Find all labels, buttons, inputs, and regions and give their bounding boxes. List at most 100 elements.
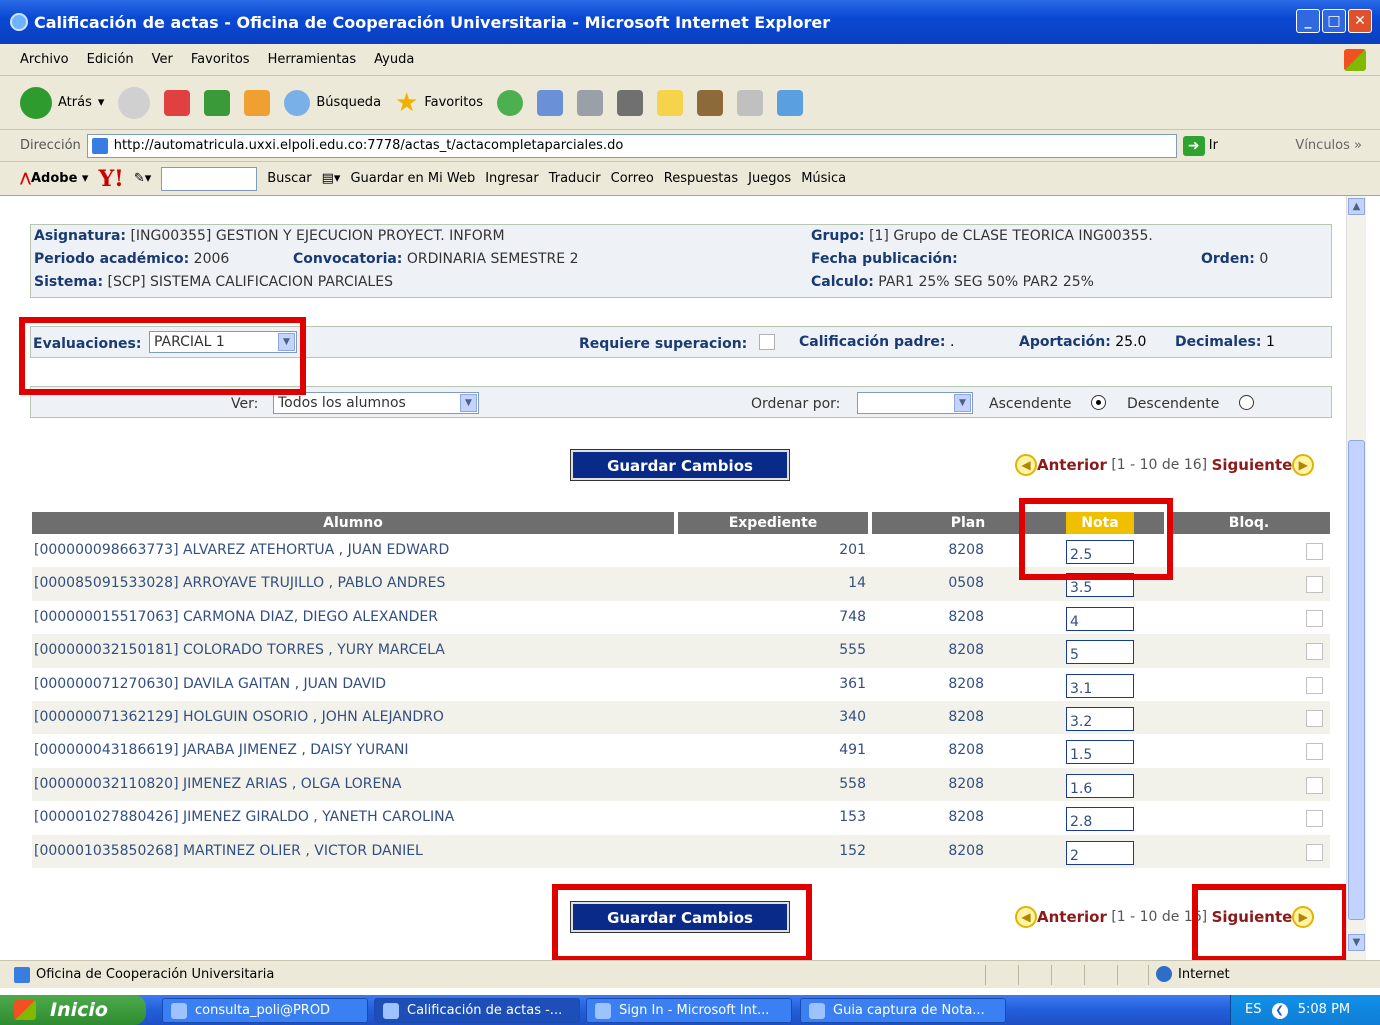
bloq-checkbox[interactable]	[1306, 609, 1323, 627]
search-button[interactable]: Búsqueda	[284, 89, 381, 116]
ver-select[interactable]: Todos los alumnos ▼	[273, 392, 479, 414]
minimize-button[interactable]: _	[1296, 9, 1320, 33]
back-button[interactable]: Atrás ▾	[20, 86, 104, 119]
close-button[interactable]: ✕	[1348, 9, 1372, 33]
periodo-label: Periodo académico:	[34, 251, 190, 267]
scroll-down-icon[interactable]: ▼	[1348, 934, 1365, 951]
nota-input[interactable]: 3.1	[1066, 673, 1134, 698]
prev-arrow-icon[interactable]: ◀	[1015, 906, 1037, 928]
alumno-cell[interactable]: [000085091533028] ARROYAVE TRUJILLO , PA…	[34, 567, 445, 600]
requiere-checkbox[interactable]	[759, 334, 775, 350]
yahoo-music-button[interactable]: Música	[801, 171, 846, 186]
stop-button[interactable]	[164, 89, 191, 116]
maximize-button[interactable]: □	[1322, 9, 1346, 33]
language-indicator[interactable]: ES	[1245, 1002, 1261, 1017]
pencil-icon[interactable]: ✎▾	[134, 171, 151, 186]
bloq-checkbox[interactable]	[1306, 810, 1323, 828]
alumno-cell[interactable]: [000000032150181] COLORADO TORRES , YURY…	[34, 634, 445, 667]
alumno-cell[interactable]: [000000098663773] ALVAREZ ATEHORTUA , JU…	[34, 534, 449, 567]
menu-ver[interactable]: Ver	[152, 52, 173, 67]
layout-icon[interactable]: ▤▾	[322, 171, 341, 186]
nota-input[interactable]: 2	[1066, 840, 1134, 865]
save-changes-button-top[interactable]: Guardar Cambios	[570, 449, 790, 481]
task-guia[interactable]: Guia captura de Nota...	[800, 998, 1006, 1023]
menu-favoritos[interactable]: Favoritos	[191, 52, 250, 67]
nota-input[interactable]: 1.6	[1066, 773, 1134, 798]
address-label: Dirección	[20, 138, 81, 153]
mail-button[interactable]	[537, 89, 564, 116]
yahoo-logo-icon[interactable]: Y!	[98, 166, 123, 192]
alumno-cell[interactable]: [000000032110820] JIMENEZ ARIAS , OLGA L…	[34, 768, 401, 801]
yahoo-save-button[interactable]: Guardar en Mi Web	[350, 171, 475, 186]
bloq-checkbox[interactable]	[1306, 776, 1323, 794]
discuss-button[interactable]	[657, 89, 684, 116]
links-button[interactable]: Vínculos »	[1295, 138, 1362, 153]
go-button[interactable]: ➜ Ir	[1182, 135, 1218, 156]
scroll-up-icon[interactable]: ▲	[1348, 198, 1365, 215]
nota-input[interactable]: 2.8	[1066, 807, 1134, 832]
refresh-button[interactable]	[204, 89, 231, 116]
alumno-cell[interactable]: [000000043186619] JARABA JIMENEZ , DAISY…	[34, 734, 409, 767]
users-button[interactable]	[777, 89, 804, 116]
prev-arrow-icon[interactable]: ◀	[1015, 454, 1037, 476]
task-signin[interactable]: Sign In - Microsoft Int...	[586, 998, 792, 1023]
alumno-cell[interactable]: [000000015517063] CARMONA DIAZ, DIEGO AL…	[34, 601, 438, 634]
descendente-radio[interactable]	[1239, 395, 1254, 410]
research-button[interactable]	[697, 89, 724, 116]
menu-archivo[interactable]: Archivo	[20, 52, 69, 67]
bloq-checkbox[interactable]	[1306, 543, 1323, 560]
bloq-checkbox[interactable]	[1306, 709, 1323, 727]
nota-input[interactable]: 1.5	[1066, 740, 1134, 765]
history-button[interactable]	[497, 89, 524, 116]
bloq-checkbox[interactable]	[1306, 743, 1323, 761]
alumno-cell[interactable]: [000001027880426] JIMENEZ GIRALDO , YANE…	[34, 801, 454, 834]
bloq-checkbox[interactable]	[1306, 576, 1323, 594]
chevron-left-icon[interactable]: ❮	[1271, 1003, 1288, 1019]
menu-ayuda[interactable]: Ayuda	[374, 52, 414, 67]
yahoo-answers-button[interactable]: Respuestas	[664, 171, 738, 186]
menu-herramientas[interactable]: Herramientas	[268, 52, 357, 67]
alumno-cell[interactable]: [000000071270630] DAVILA GAITAN , JUAN D…	[34, 668, 386, 701]
task-consulta[interactable]: consulta_poli@PROD	[162, 998, 368, 1023]
scroll-thumb[interactable]	[1348, 440, 1365, 920]
vertical-scrollbar[interactable]: ▲ ▼	[1346, 196, 1366, 960]
ascendente-radio[interactable]	[1091, 395, 1106, 410]
grupo-label: Grupo:	[811, 228, 865, 244]
yahoo-mail-button[interactable]: Correo	[611, 171, 654, 186]
forward-button[interactable]	[118, 86, 151, 119]
bloq-checkbox[interactable]	[1306, 643, 1323, 661]
print-button[interactable]	[577, 89, 604, 116]
start-button[interactable]: Inicio	[0, 995, 146, 1025]
alumno-cell[interactable]: [000001035850268] MARTINEZ OLIER , VICTO…	[34, 835, 423, 868]
adobe-menu[interactable]: ⋀Adobe ▾	[20, 171, 88, 186]
next-link[interactable]: Siguiente	[1212, 456, 1293, 474]
nota-input[interactable]: 3.2	[1066, 706, 1134, 731]
address-input[interactable]: http://automatricula.uxxi.elpoli.edu.co:…	[86, 133, 1177, 158]
favorites-button[interactable]: ★ Favoritos	[395, 88, 483, 118]
nota-input[interactable]: 4	[1066, 606, 1134, 631]
yahoo-translate-button[interactable]: Traducir	[549, 171, 601, 186]
alumno-cell[interactable]: [000000071362129] HOLGUIN OSORIO , JOHN …	[34, 701, 444, 734]
nota-input[interactable]: 5	[1066, 640, 1134, 665]
convocatoria-value: ORDINARIA SEMESTRE 2	[406, 251, 579, 267]
ie-icon	[10, 13, 28, 31]
yahoo-login-button[interactable]: Ingresar	[485, 171, 538, 186]
yahoo-search-input[interactable]	[161, 166, 258, 191]
grupo-value: [1] Grupo de CLASE TEORICA ING00355.	[869, 228, 1153, 244]
star-icon: ★	[395, 87, 419, 118]
prev-link[interactable]: Anterior	[1037, 908, 1107, 926]
ordenar-select[interactable]: ▼	[857, 392, 973, 414]
home-button[interactable]	[244, 89, 271, 116]
task-calificacion[interactable]: Calificación de actas -...	[374, 998, 580, 1023]
yahoo-search-button[interactable]: Buscar	[267, 171, 311, 186]
menu-edicion[interactable]: Edición	[87, 52, 134, 67]
next-arrow-icon[interactable]: ▶	[1292, 454, 1315, 476]
bloq-checkbox[interactable]	[1306, 843, 1323, 861]
yahoo-games-button[interactable]: Juegos	[748, 171, 791, 186]
edit-button[interactable]	[617, 89, 644, 116]
messenger-button[interactable]	[737, 89, 764, 116]
back-arrow-icon	[20, 86, 52, 119]
bloq-checkbox[interactable]	[1306, 676, 1323, 694]
ie-icon	[383, 1003, 399, 1019]
prev-link[interactable]: Anterior	[1037, 456, 1107, 474]
